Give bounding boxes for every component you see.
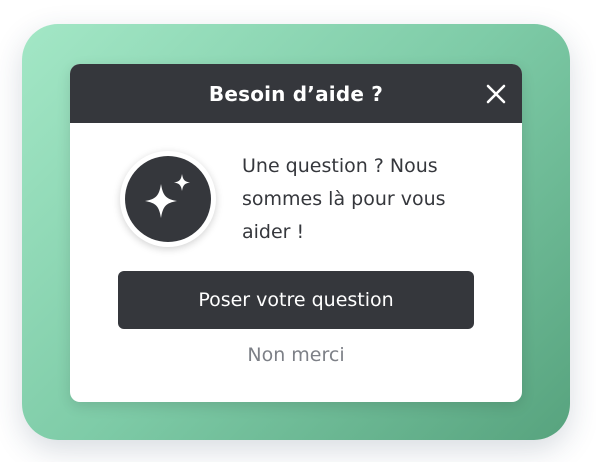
help-dialog: Besoin d’aide ? Une question ? Nous somm… <box>70 64 522 402</box>
close-button[interactable] <box>484 82 508 106</box>
avatar-inner <box>125 156 211 242</box>
dismiss-link[interactable]: Non merci <box>70 344 522 366</box>
dialog-title: Besoin d’aide ? <box>208 81 384 106</box>
avatar <box>120 151 216 247</box>
dialog-header: Besoin d’aide ? <box>70 64 522 123</box>
close-icon <box>486 84 506 104</box>
ask-question-button[interactable]: Poser votre question <box>118 271 474 329</box>
help-message: Une question ? Nous sommes là pour vous … <box>242 155 446 243</box>
sparkles-icon <box>145 174 190 218</box>
screenshot-stage: Besoin d’aide ? Une question ? Nous somm… <box>0 0 596 462</box>
